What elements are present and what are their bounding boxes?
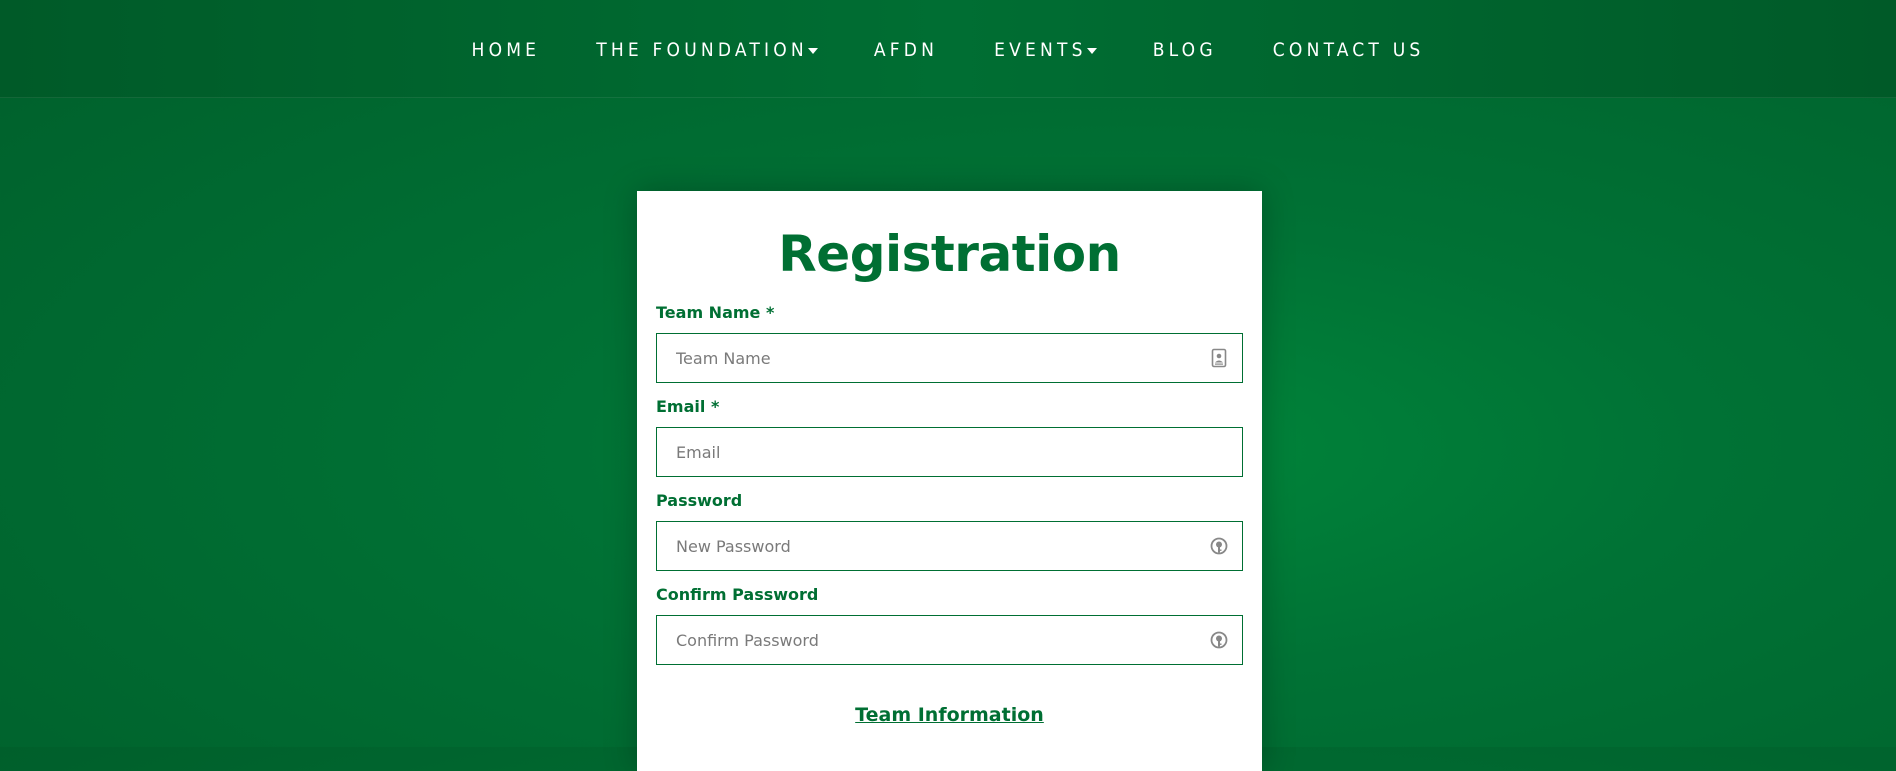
nav-item-label: EVENTS — [994, 38, 1087, 61]
password-key-icon — [1210, 631, 1228, 649]
email-input[interactable] — [657, 428, 1242, 476]
nav-item-blog[interactable]: BLOG — [1153, 39, 1217, 61]
team-name-label: Team Name * — [656, 303, 775, 322]
nav-item-contact-us[interactable]: CONTACT US — [1273, 39, 1425, 61]
nav-item-home[interactable]: HOME — [472, 39, 541, 61]
nav-item-label: BLOG — [1152, 38, 1217, 61]
password-input[interactable] — [657, 522, 1242, 570]
contact-card-icon — [1211, 348, 1227, 368]
nav-item-label: CONTACT US — [1272, 38, 1425, 61]
caret-down-icon — [807, 47, 818, 54]
nav-item-events[interactable]: EVENTS — [994, 39, 1097, 61]
confirm-password-label: Confirm Password — [656, 585, 819, 604]
confirm-password-field — [656, 615, 1243, 665]
confirm-password-input[interactable] — [657, 616, 1242, 664]
team-name-field — [656, 333, 1243, 383]
top-navigation: HOME THE FOUNDATION AFDN EVENTS BLOG CON… — [0, 0, 1896, 98]
email-label: Email * — [656, 397, 720, 416]
nav-menu: HOME THE FOUNDATION AFDN EVENTS BLOG CON… — [472, 39, 1425, 61]
nav-item-label: AFDN — [873, 38, 939, 61]
nav-item-the-foundation[interactable]: THE FOUNDATION — [596, 39, 818, 61]
nav-item-afdn[interactable]: AFDN — [874, 39, 938, 61]
password-label: Password — [656, 491, 743, 510]
registration-card: Registration Team Name * Email * Passwor… — [637, 191, 1262, 771]
page-title: Registration — [778, 225, 1121, 283]
team-name-input[interactable] — [657, 334, 1242, 382]
team-information-link[interactable]: Team Information — [637, 704, 1262, 726]
email-field — [656, 427, 1243, 477]
password-field — [656, 521, 1243, 571]
nav-item-label: THE FOUNDATION — [596, 38, 808, 61]
nav-item-label: HOME — [471, 38, 541, 61]
caret-down-icon — [1086, 47, 1097, 54]
password-key-icon — [1210, 537, 1228, 555]
